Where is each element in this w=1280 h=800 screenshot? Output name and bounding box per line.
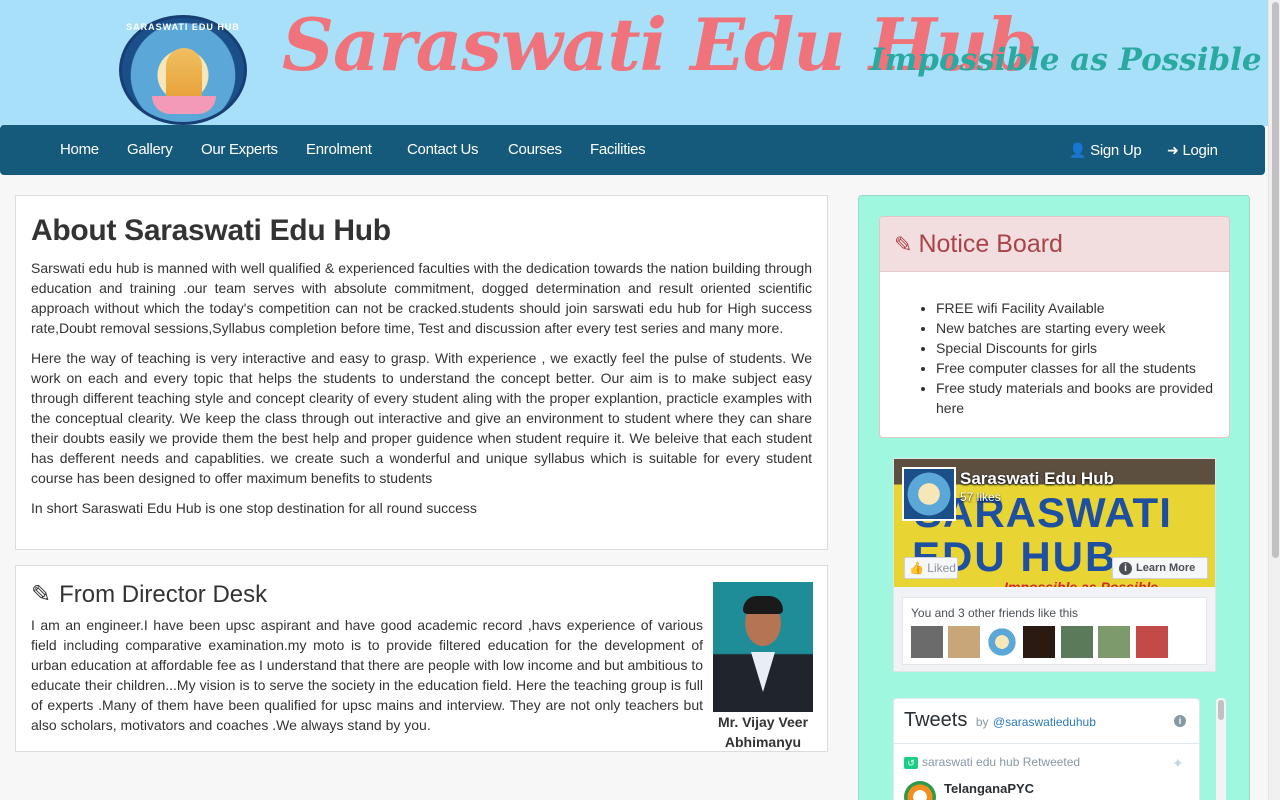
facebook-friends-text: You and 3 other friends like this bbox=[911, 606, 1078, 620]
login-icon: ➜ bbox=[1167, 142, 1179, 158]
about-paragraph-2: Here the way of teaching is very interac… bbox=[31, 350, 812, 486]
user-icon: 👤 bbox=[1069, 142, 1087, 158]
notice-board: ✎Notice Board FREE wifi Facility Availab… bbox=[879, 216, 1230, 438]
info-icon[interactable]: i bbox=[1174, 715, 1186, 727]
director-text: I am an engineer.I have been upsc aspira… bbox=[31, 617, 703, 733]
director-photo bbox=[713, 582, 813, 712]
notice-item: Free study materials and books are provi… bbox=[936, 378, 1215, 418]
login-label: Login bbox=[1182, 142, 1218, 159]
facebook-learn-more-label: Learn More bbox=[1136, 562, 1196, 574]
friend-avatar[interactable] bbox=[1135, 626, 1168, 658]
site-tagline: Impossible as Possible ... bbox=[870, 42, 1280, 78]
tweets-title: Tweets bbox=[904, 709, 968, 731]
notice-item: Special Discounts for girls bbox=[936, 338, 1215, 358]
notice-board-header: ✎ Notice Board bbox=[880, 217, 1229, 272]
friend-avatar[interactable] bbox=[1023, 626, 1056, 658]
director-name: Mr. Vijay Veer Abhimanyu bbox=[717, 714, 809, 750]
tweet-author-avatar[interactable] bbox=[904, 781, 936, 800]
twitter-timeline-widget: Tweets by @saraswatieduhub i ↺ saraswati … bbox=[893, 698, 1200, 800]
notice-list: FREE wifi Facility Available New batches… bbox=[880, 272, 1229, 418]
edit-icon: ✎ bbox=[894, 232, 913, 257]
facebook-page-avatar[interactable] bbox=[902, 467, 956, 521]
facebook-page-name[interactable]: Saraswati Edu Hub bbox=[960, 469, 1114, 489]
facebook-liked-label: Liked bbox=[927, 561, 956, 575]
friend-avatar[interactable] bbox=[985, 626, 1018, 658]
friend-avatar[interactable] bbox=[1060, 626, 1093, 658]
main-navbar: Home Gallery Our Experts Enrolment Conta… bbox=[0, 125, 1265, 175]
nav-signup[interactable]: 👤 Sign Up bbox=[1069, 125, 1142, 175]
tweets-by: by bbox=[975, 715, 989, 729]
tweets-scrollbar[interactable] bbox=[1216, 698, 1226, 800]
retweet-line: ↺ saraswati edu hub Retweeted bbox=[904, 755, 1080, 769]
nav-facilities[interactable]: Facilities bbox=[590, 125, 646, 175]
signup-label: Sign Up bbox=[1090, 142, 1142, 159]
page-scroll-thumb[interactable] bbox=[1272, 2, 1279, 558]
nav-home[interactable]: Home bbox=[60, 125, 99, 175]
director-heading: ✎ From Director Desk bbox=[31, 580, 703, 609]
nav-contact-us[interactable]: Contact Us bbox=[407, 125, 479, 175]
facebook-friends-box: You and 3 other friends like this bbox=[902, 597, 1207, 665]
twitter-bird-icon[interactable]: ✦ bbox=[1172, 755, 1184, 772]
about-panel: About Saraswati Edu Hub Sarswati edu hub… bbox=[15, 195, 828, 550]
facebook-learn-more-button[interactable]: i Learn More bbox=[1112, 557, 1208, 579]
tweets-scroll-thumb[interactable] bbox=[1218, 700, 1224, 720]
tweet-author-name[interactable]: TelanganaPYC bbox=[944, 781, 1034, 796]
facebook-liked-button[interactable]: 👍 Liked bbox=[904, 557, 958, 579]
nav-login[interactable]: ➜ Login bbox=[1167, 125, 1218, 175]
nav-enrolment[interactable]: Enrolment bbox=[306, 125, 372, 175]
facebook-friend-faces bbox=[911, 626, 1169, 663]
nav-gallery[interactable]: Gallery bbox=[127, 125, 173, 175]
logo-saraswati-figure bbox=[166, 48, 202, 100]
site-header: SARASWATI EDU HUB Saraswati Edu Hub Impo… bbox=[0, 0, 1280, 126]
notice-item: Free computer classes for all the studen… bbox=[936, 358, 1215, 378]
friend-avatar[interactable] bbox=[911, 626, 943, 658]
info-icon: i bbox=[1119, 562, 1132, 575]
tweets-header: Tweets by @saraswatieduhub bbox=[894, 699, 1199, 744]
about-paragraph-1: Sarswati edu hub is manned with well qua… bbox=[31, 260, 812, 336]
site-logo[interactable]: SARASWATI EDU HUB bbox=[119, 15, 247, 125]
friend-avatar[interactable] bbox=[1098, 626, 1131, 658]
logo-lotus bbox=[152, 96, 216, 114]
about-title: About Saraswati Edu Hub bbox=[31, 214, 391, 247]
facebook-cover-tagline: Impossible as Possible bbox=[1004, 579, 1159, 587]
notice-board-title: Notice Board bbox=[918, 230, 1063, 258]
facebook-cover-image[interactable]: SARASWATI EDU HUB Impossible as Possible… bbox=[894, 459, 1215, 587]
logo-ring-text: SARASWATI EDU HUB bbox=[126, 22, 240, 32]
director-panel: ✎ From Director Desk I am an engineer.I h… bbox=[15, 565, 828, 752]
notice-item: FREE wifi Facility Available bbox=[936, 298, 1215, 318]
nav-courses[interactable]: Courses bbox=[508, 125, 562, 175]
tweets-handle-link[interactable]: @saraswatieduhub bbox=[993, 715, 1096, 729]
friend-avatar[interactable] bbox=[948, 626, 981, 658]
director-title: From Director Desk bbox=[59, 581, 268, 608]
sidebar: ✎Notice Board FREE wifi Facility Availab… bbox=[858, 195, 1250, 800]
facebook-like-count: 57 likes bbox=[960, 490, 1001, 504]
facebook-thumb-icon: 👍 bbox=[909, 561, 928, 575]
retweet-icon: ↺ bbox=[904, 757, 918, 769]
pencil-icon: ✎ bbox=[31, 581, 52, 608]
page-scrollbar[interactable] bbox=[1268, 0, 1280, 800]
retweet-text: saraswati edu hub Retweeted bbox=[922, 755, 1081, 769]
photo-hair bbox=[743, 596, 783, 614]
photo-collar bbox=[751, 652, 775, 692]
notice-item: New batches are starting every week bbox=[936, 318, 1215, 338]
nav-our-experts[interactable]: Our Experts bbox=[201, 125, 278, 175]
about-paragraph-3: In short Saraswati Edu Hub is one stop d… bbox=[31, 500, 477, 516]
facebook-page-widget: SARASWATI EDU HUB Impossible as Possible… bbox=[893, 458, 1216, 672]
